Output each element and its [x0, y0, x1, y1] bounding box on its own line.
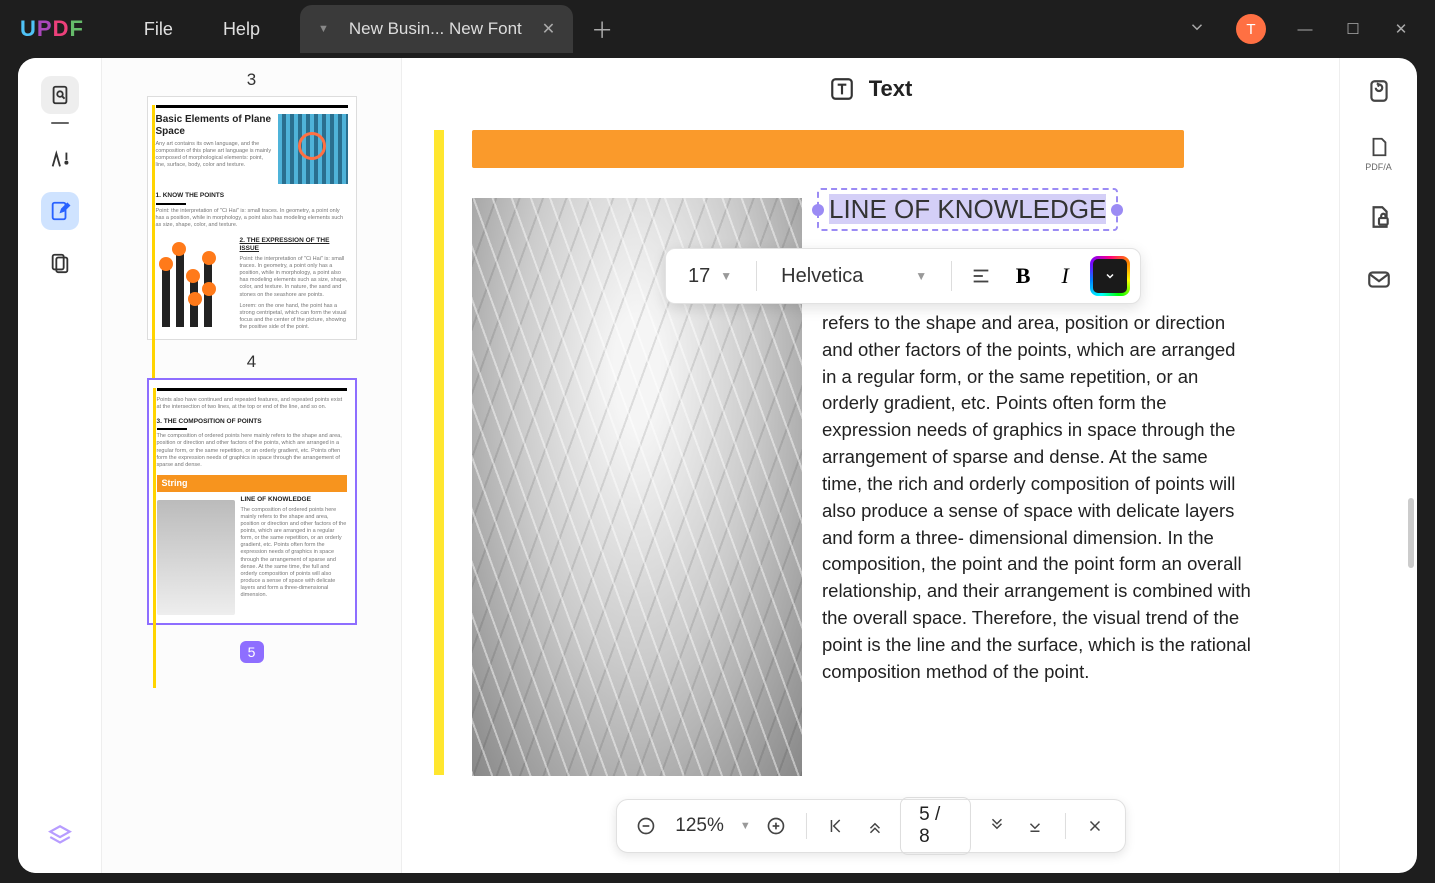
align-left-icon[interactable] [964, 259, 998, 293]
selection-handle-left[interactable] [812, 204, 824, 216]
workspace: 3 Basic Elements of Plane Space Any art … [18, 58, 1417, 873]
pager-divider [806, 813, 807, 839]
page-body-text[interactable]: refers to the shape and area, position o… [822, 310, 1252, 685]
scrollbar-thumb[interactable] [1408, 498, 1414, 568]
page-orange-header [472, 130, 1184, 168]
protect-icon[interactable] [1362, 200, 1396, 234]
thumb-5-sec: 3. THE COMPOSITION OF POINTS [157, 418, 347, 426]
tab-dropdown-icon[interactable]: ▼ [318, 23, 329, 35]
toolbar-divider [951, 261, 952, 291]
mail-icon[interactable] [1362, 262, 1396, 296]
pdfa-icon[interactable] [1362, 136, 1396, 158]
thumbnail-page-4[interactable]: Basic Elements of Plane Space Any art co… [147, 96, 357, 340]
new-tab-button[interactable]: ＋ [591, 13, 613, 45]
pager-divider [1065, 813, 1066, 839]
tab-label: New Busin... New Font [349, 19, 522, 39]
document-tab[interactable]: ▼ New Busin... New Font ✕ [300, 5, 573, 53]
thumb-number-4: 4 [247, 352, 256, 372]
font-family-value: Helvetica [781, 265, 863, 288]
font-size-value: 17 [688, 265, 710, 288]
menu-file[interactable]: File [144, 19, 173, 40]
reader-tool-icon[interactable] [41, 76, 79, 114]
font-family-combo[interactable]: Helvetica ▼ [769, 261, 939, 292]
canvas: Text LINE OF KNOWLEDGE 17 ▼ Helvetica [402, 58, 1339, 873]
menu-help[interactable]: Help [223, 19, 260, 40]
tab-strip: ▼ New Busin... New Font ✕ ＋ [300, 0, 613, 58]
zoom-dropdown-icon[interactable]: ▼ [740, 820, 751, 832]
layers-tool-icon[interactable] [41, 817, 79, 855]
selected-text-content: LINE OF KNOWLEDGE [829, 194, 1106, 224]
thumb-5-orange: String [157, 475, 347, 492]
text-format-toolbar: 17 ▼ Helvetica ▼ B I [665, 248, 1141, 304]
window-controls: T — ☐ ✕ [1188, 14, 1435, 44]
thumbnails-panel: 3 Basic Elements of Plane Space Any art … [102, 58, 402, 873]
chevron-down-icon: ▼ [915, 269, 927, 283]
right-rail: PDF/A [1339, 58, 1417, 873]
pdfa-label: PDF/A [1365, 162, 1392, 172]
left-tool-rail [18, 58, 102, 873]
thumb-5-sub: LINE OF KNOWLEDGE [241, 496, 347, 504]
thumb-4-sec2: 2. THE EXPRESSION OF THE ISSUE [240, 237, 348, 253]
text-mode-icon [829, 76, 855, 102]
window-maximize-icon[interactable]: ☐ [1344, 20, 1362, 38]
titlebar: UPDF File Help ▼ New Busin... New Font ✕… [0, 0, 1435, 58]
page-yellow-stripe [434, 130, 444, 775]
selected-text-box[interactable]: LINE OF KNOWLEDGE [817, 188, 1118, 231]
edit-mode-label: Text [869, 76, 913, 102]
thumb-4-sec1: 1. KNOW THE POINTS [156, 192, 348, 200]
comment-tool-icon[interactable] [41, 140, 79, 178]
window-minimize-icon[interactable]: — [1296, 21, 1314, 38]
window-close-icon[interactable]: ✕ [1392, 20, 1410, 38]
italic-button[interactable]: I [1048, 259, 1082, 293]
zoom-in-button[interactable] [763, 811, 790, 841]
rail-separator [51, 122, 69, 124]
thumb-4-title: Basic Elements of Plane Space [156, 114, 272, 138]
thumb-badge-5: 5 [240, 641, 264, 663]
thumbnail-page-5[interactable]: Points also have continued and repeated … [147, 378, 357, 625]
convert-icon[interactable] [1362, 74, 1396, 108]
edit-tool-icon[interactable] [41, 192, 79, 230]
thumb-number-3: 3 [247, 70, 256, 90]
close-pager-button[interactable] [1082, 811, 1109, 841]
prev-page-button[interactable] [861, 811, 888, 841]
bottom-pager: 125% ▼ 5 / 8 [615, 799, 1125, 853]
app-logo: UPDF [20, 16, 84, 42]
bold-button[interactable]: B [1006, 259, 1040, 293]
menu-bar: File Help [144, 19, 260, 40]
page-indicator[interactable]: 5 / 8 [900, 797, 971, 855]
zoom-out-button[interactable] [632, 811, 659, 841]
chevron-down-icon[interactable] [1188, 18, 1206, 41]
user-avatar[interactable]: T [1236, 14, 1266, 44]
zoom-level[interactable]: 125% [671, 815, 728, 837]
edit-mode-header: Text [402, 76, 1339, 102]
text-color-button[interactable] [1090, 256, 1130, 296]
toolbar-divider [756, 261, 757, 291]
font-size-combo[interactable]: 17 ▼ [676, 261, 744, 292]
chevron-down-icon: ▼ [720, 269, 732, 283]
organize-tool-icon[interactable] [41, 244, 79, 282]
last-page-button[interactable] [1022, 811, 1049, 841]
next-page-button[interactable] [983, 811, 1010, 841]
selection-handle-right[interactable] [1111, 204, 1123, 216]
tab-close-icon[interactable]: ✕ [542, 19, 555, 39]
first-page-button[interactable] [822, 811, 849, 841]
